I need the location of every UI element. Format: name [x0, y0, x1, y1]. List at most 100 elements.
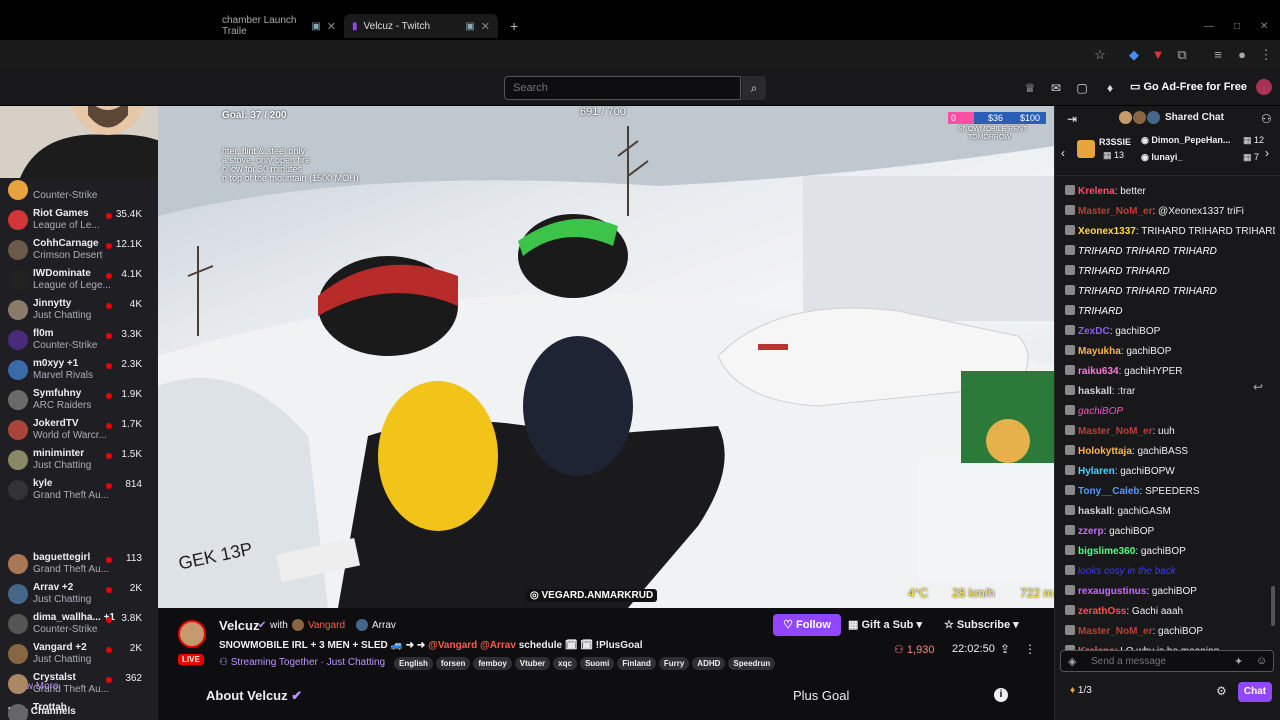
search-button[interactable]: ⌕ — [742, 76, 766, 100]
chat-username[interactable]: ZexDC — [1078, 326, 1110, 337]
sidebar-channel[interactable]: IWDominate League of Lege... 4.1K — [0, 265, 158, 295]
stream-tag[interactable]: ADHD — [692, 657, 726, 670]
chat-scrollbar[interactable] — [1271, 586, 1275, 626]
extension-icon[interactable]: ◆ — [1126, 47, 1142, 63]
chat-username[interactable]: Tony__Caleb — [1078, 486, 1140, 497]
tab-media-icon[interactable]: ▣ — [311, 21, 320, 32]
stream-tag[interactable]: Speedrun — [728, 657, 776, 670]
ad-free-button[interactable]: ▭ Go Ad-Free for Free — [1130, 80, 1247, 93]
badge-icon[interactable]: ◈ — [1068, 655, 1076, 668]
chat-message[interactable]: rexaugustinus: gachiBOP — [1065, 585, 1275, 597]
chat-username[interactable]: Mayukha — [1078, 346, 1121, 357]
chat-message[interactable]: bigslime360: gachiBOP — [1065, 545, 1275, 557]
sidebar-channel[interactable]: CohhCarnage Crimson Desert 12.1K — [0, 235, 158, 265]
notifications-icon[interactable]: ♦ — [1102, 80, 1118, 96]
chat-username[interactable]: Krelena — [1078, 186, 1115, 197]
chat-message[interactable]: Master_NoM_er: uuh — [1065, 425, 1275, 437]
tab-media-icon[interactable]: ▣ — [465, 21, 474, 32]
streaming-together-link[interactable]: ⚇ Streaming Together · Just Chatting — [219, 657, 385, 668]
browser-tab[interactable]: chamber Launch Traile ▣ ✕ — [214, 14, 344, 38]
bits-icon[interactable]: ✦ — [1234, 655, 1243, 668]
close-window-icon[interactable]: ✕ — [1252, 14, 1276, 38]
sidebar-channel[interactable]: kyle Grand Theft Au... 814 — [0, 475, 158, 505]
stream-tag[interactable]: English — [394, 657, 433, 670]
partner-avatar[interactable] — [292, 619, 304, 631]
streamer-avatar[interactable] — [178, 620, 206, 648]
sidebar-channel[interactable]: m0xyy +1 Marvel Rivals 2.3K — [0, 355, 158, 385]
chat-message[interactable]: gachiBOP — [1065, 405, 1275, 417]
chat-message[interactable]: TRIHARD — [1065, 305, 1275, 317]
info-icon[interactable]: i — [994, 688, 1008, 702]
video-player[interactable]: Goal: 37 / 200 691 / 700 hter, flint & s… — [158, 106, 1054, 608]
chevron-left-icon[interactable]: ‹ — [1061, 146, 1065, 160]
close-tab-icon[interactable]: ✕ — [327, 20, 336, 33]
chat-message[interactable]: looks cosy in the back — [1065, 565, 1275, 577]
sidebar-channel[interactable]: Vangard +2 Just Chatting 2K — [0, 639, 158, 669]
stream-tag[interactable]: Furry — [658, 657, 690, 670]
sidebar-channel[interactable]: Trottah — [0, 699, 158, 720]
reply-icon[interactable]: ↩ — [1253, 380, 1263, 394]
streamer-name[interactable]: Velcuz — [219, 618, 259, 633]
minimize-icon[interactable]: — — [1196, 14, 1222, 38]
chat-username[interactable]: Master_NoM_er — [1078, 426, 1152, 437]
chat-message[interactable]: raiku634: gachiHYPER — [1065, 365, 1275, 377]
chat-username[interactable]: Holokyttaja — [1078, 446, 1132, 457]
chat-username[interactable]: Xeonex1337 — [1078, 226, 1136, 237]
sidebar-channel[interactable]: JokerdTV World of Warcr... 1.7K — [0, 415, 158, 445]
chat-settings-icon[interactable]: ⚙ — [1216, 684, 1227, 698]
chat-message[interactable]: zzerp: gachiBOP — [1065, 525, 1275, 537]
stream-tag[interactable]: femboy — [473, 657, 512, 670]
chat-username[interactable]: haskall — [1078, 506, 1112, 517]
sidebar-channel[interactable]: dima_wallha... +1 Counter-Strike 3.8K — [0, 609, 158, 639]
users-icon[interactable]: ⚇ — [1261, 112, 1272, 126]
sidebar-channel[interactable]: Riot Games League of Le... 35.4K — [0, 205, 158, 235]
chat-message[interactable]: Hylaren: gachiBOPW — [1065, 465, 1275, 477]
search-input[interactable] — [504, 76, 741, 100]
stream-title-mentions[interactable]: @Vangard @Arrav — [428, 640, 516, 651]
sidebar-channel[interactable]: Arrav +2 Just Chatting 2K — [0, 579, 158, 609]
partner-arrav[interactable]: Arrav — [372, 620, 396, 631]
sidebar-channel[interactable]: Symfuhny ARC Raiders 1.9K — [0, 385, 158, 415]
user-avatar[interactable] — [1256, 79, 1272, 95]
extensions-puzzle-icon[interactable]: ⧉ — [1174, 47, 1190, 63]
gift-sub-button[interactable]: ▦ Gift a Sub ▾ — [848, 618, 922, 631]
inbox-icon[interactable]: ✉ — [1048, 80, 1064, 96]
chat-message[interactable]: Tony__Caleb: SPEEDERS — [1065, 485, 1275, 497]
chat-message[interactable]: TRIHARD TRIHARD — [1065, 265, 1275, 277]
sidebar-channel[interactable]: baguettegirl Grand Theft Au... 113 — [0, 549, 158, 579]
browser-menu-icon[interactable]: ⋮ — [1258, 47, 1274, 63]
chat-username[interactable]: zerathOss — [1078, 606, 1126, 617]
bookmark-star-icon[interactable]: ☆ — [1092, 47, 1108, 63]
chat-message[interactable]: ZexDC: gachiBOP — [1065, 325, 1275, 337]
chevron-right-icon[interactable]: › — [1265, 146, 1269, 160]
stream-tag[interactable]: Vtuber — [514, 657, 551, 670]
new-tab-button[interactable]: + — [502, 14, 526, 38]
chat-username[interactable]: rexaugustinus — [1078, 586, 1146, 597]
chat-message[interactable]: Mayukha: gachiBOP — [1065, 345, 1275, 357]
chat-message[interactable]: Krelena: better — [1065, 185, 1275, 197]
chat-message[interactable]: zerathOss: Gachi aaah — [1065, 605, 1275, 617]
chat-message[interactable]: haskall: gachiGASM — [1065, 505, 1275, 517]
channel-points[interactable]: ♦ 1/3 — [1070, 685, 1092, 696]
more-options-icon[interactable]: ⋮ — [1024, 642, 1036, 656]
sidebar-channel[interactable]: Crystalst Grand Theft Au... 362 — [0, 669, 158, 699]
category-link[interactable]: Just Chatting — [327, 657, 385, 668]
stream-tag[interactable]: Suomi — [579, 657, 615, 670]
maximize-icon[interactable]: □ — [1226, 14, 1248, 38]
chat-username[interactable]: Master_NoM_er — [1078, 626, 1152, 637]
sidebar-channel[interactable]: Counter-Strike — [0, 178, 158, 205]
close-tab-icon[interactable]: ✕ — [481, 20, 490, 33]
chat-message[interactable]: Master_NoM_er: @Xeonex1337 triFi — [1065, 205, 1275, 217]
partner-vangard[interactable]: Vangard — [308, 620, 345, 631]
subscribe-button[interactable]: ☆ Subscribe ▾ — [944, 618, 1019, 631]
browser-tab-active[interactable]: ▮ Velcuz - Twitch ▣ ✕ — [344, 14, 498, 38]
media-control-icon[interactable]: ≡ — [1210, 47, 1226, 63]
chat-username[interactable]: bigslime360 — [1078, 546, 1135, 557]
extension-icon[interactable]: ▼ — [1150, 47, 1166, 63]
chat-username[interactable]: Master_NoM_er — [1078, 206, 1152, 217]
chat-username[interactable]: zzerp — [1078, 526, 1104, 537]
whispers-icon[interactable]: ▢ — [1074, 80, 1090, 96]
stream-tag[interactable]: Finland — [617, 657, 656, 670]
stream-tag[interactable]: forsen — [435, 657, 471, 670]
chat-message[interactable]: Master_NoM_er: gachiBOP — [1065, 625, 1275, 637]
